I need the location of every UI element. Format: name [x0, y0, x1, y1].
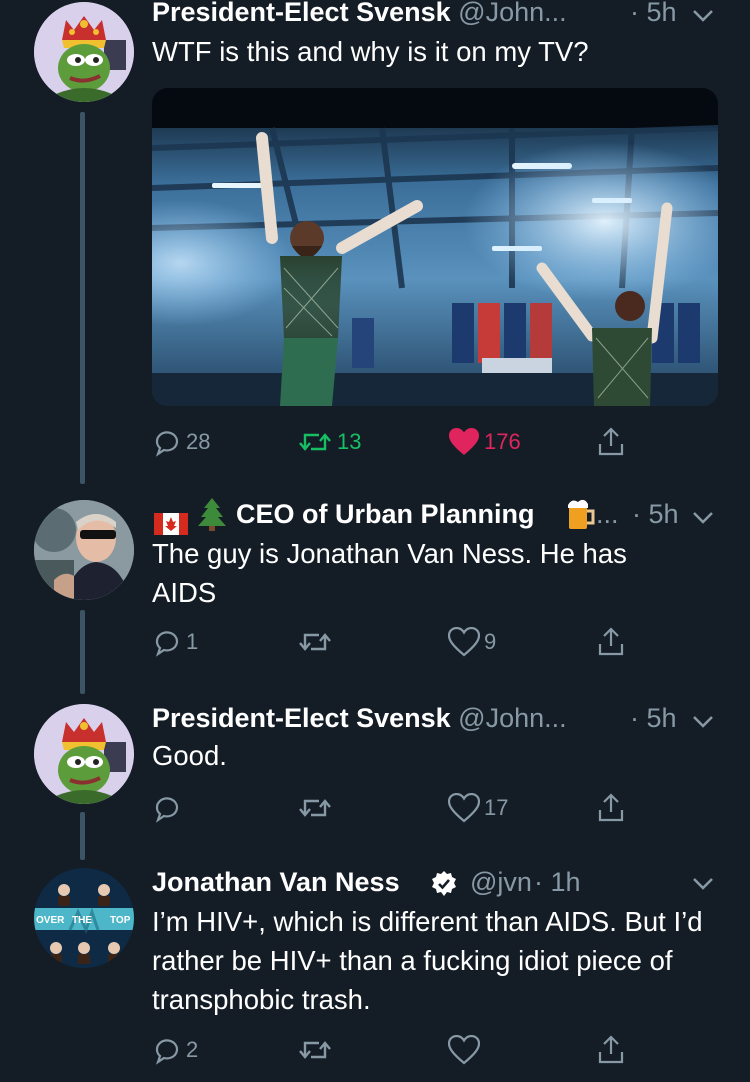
- tweet-actions: 1 9: [152, 622, 652, 662]
- like-button[interactable]: 17: [448, 788, 508, 828]
- tweet-header: CEO of Urban Planning ... · 5h: [152, 494, 730, 535]
- tweet-text: WTF is this and why is it on my TV?: [152, 36, 589, 67]
- avatar-label-top: TOP: [110, 915, 131, 926]
- share-icon: [598, 793, 624, 822]
- reply-button[interactable]: [152, 788, 186, 828]
- tweet-header: President-Elect Svensk @John... · 5h: [152, 0, 730, 32]
- timestamp[interactable]: · 1h: [534, 862, 581, 902]
- retweet-button[interactable]: [297, 1030, 337, 1070]
- timestamp[interactable]: · 5h: [630, 0, 677, 32]
- share-button[interactable]: [596, 422, 626, 462]
- display-name[interactable]: President-Elect Svensk: [152, 0, 451, 27]
- display-name[interactable]: CEO of Urban Planning: [236, 494, 535, 534]
- user-handle[interactable]: @John...: [458, 0, 566, 27]
- avatar-label-over: OVER: [36, 915, 65, 926]
- reply-button[interactable]: 28: [152, 422, 210, 462]
- retweet-icon: [299, 433, 331, 451]
- share-icon: [598, 427, 624, 456]
- like-count: 9: [484, 629, 497, 654]
- avatar-label-the: THE: [72, 915, 92, 926]
- retweet-button[interactable]: [297, 788, 337, 828]
- retweet-button[interactable]: [297, 622, 337, 662]
- share-button[interactable]: [596, 622, 626, 662]
- heart-icon: [448, 793, 480, 823]
- like-button[interactable]: 176: [448, 422, 521, 462]
- display-name[interactable]: Jonathan Van Ness: [152, 867, 400, 897]
- reply-icon: [155, 631, 179, 657]
- retweet-icon: [299, 633, 331, 651]
- tweet-media-image[interactable]: [152, 88, 718, 406]
- tweet-actions: 2: [152, 1030, 652, 1070]
- reply-icon: [155, 1039, 179, 1065]
- avatar-man-sunglasses[interactable]: [34, 500, 134, 600]
- timestamp[interactable]: · 5h: [630, 698, 677, 738]
- like-count: 17: [484, 795, 509, 820]
- tweet-header: President-Elect Svensk @John... · 5h: [152, 698, 730, 738]
- like-button[interactable]: [448, 1030, 484, 1070]
- reply-button[interactable]: 1: [152, 622, 198, 662]
- tweet-text: I’m HIV+, which is different than AIDS. …: [152, 906, 703, 1015]
- avatar-king-frog[interactable]: [34, 2, 134, 102]
- reply-button[interactable]: 2: [152, 1030, 198, 1070]
- like-button[interactable]: 9: [448, 622, 496, 662]
- reply-count: 2: [186, 1037, 199, 1062]
- like-count: 176: [484, 429, 521, 454]
- tweet-4[interactable]: OVER THE TOP Jonathan Van Ness @jvn · 1h…: [0, 862, 750, 1082]
- user-handle[interactable]: ...: [596, 494, 619, 534]
- retweet-icon: [299, 1041, 331, 1059]
- tweet-3[interactable]: President-Elect Svensk @John... · 5h Goo…: [0, 696, 750, 836]
- reply-icon: [155, 431, 179, 457]
- tweet-actions: 17: [152, 788, 652, 828]
- retweet-icon: [299, 799, 331, 817]
- share-button[interactable]: [596, 1030, 626, 1070]
- heart-icon: [448, 1035, 480, 1065]
- avatar-over-the-top[interactable]: OVER THE TOP: [34, 868, 134, 968]
- tweet-text: The guy is Jonathan Van Ness. He has AID…: [152, 538, 627, 608]
- user-handle[interactable]: @John...: [458, 703, 566, 733]
- display-name[interactable]: President-Elect Svensk: [152, 703, 451, 733]
- avatar-king-frog[interactable]: [34, 704, 134, 804]
- tweet-1[interactable]: President-Elect Svensk @John... · 5h WTF…: [0, 0, 750, 470]
- tweet-actions: 28 13 176: [152, 422, 652, 462]
- share-icon: [598, 627, 624, 656]
- share-button[interactable]: [596, 788, 626, 828]
- reply-count: 1: [186, 629, 199, 654]
- tweet-text: Good.: [152, 740, 227, 771]
- reply-icon: [155, 797, 179, 823]
- tweet-header: Jonathan Van Ness @jvn · 1h: [152, 862, 730, 902]
- heart-filled-icon: [449, 428, 479, 455]
- retweet-button[interactable]: 13: [297, 422, 361, 462]
- heart-icon: [448, 627, 480, 657]
- timestamp[interactable]: · 5h: [632, 494, 679, 534]
- retweet-count: 13: [337, 429, 362, 454]
- chevron-down-icon[interactable]: [690, 502, 716, 542]
- reply-count: 28: [186, 429, 211, 454]
- tweet-2[interactable]: CEO of Urban Planning ... · 5h The guy i…: [0, 492, 750, 672]
- share-icon: [598, 1035, 624, 1064]
- user-handle[interactable]: @jvn: [470, 862, 532, 902]
